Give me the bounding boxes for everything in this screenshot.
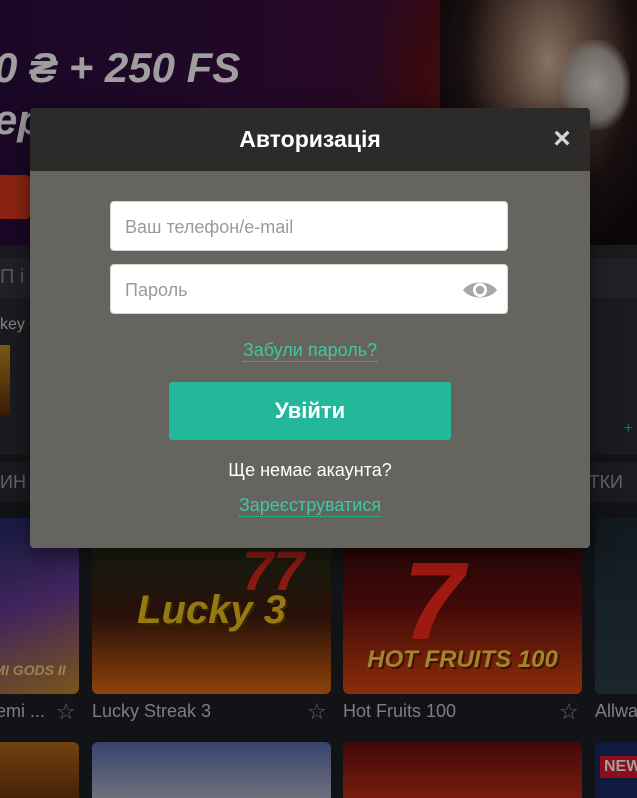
forgot-password-row: Забули пароль? xyxy=(30,340,590,362)
password-field[interactable] xyxy=(110,264,508,315)
register-row: Зареєструватися xyxy=(30,495,590,517)
register-link[interactable]: Зареєструватися xyxy=(238,495,382,517)
close-icon[interactable]: × xyxy=(548,124,576,154)
page: 0 ₴ + 250 FS ер П і key + ИН ТКИ MI GODS… xyxy=(0,0,637,798)
login-modal: Авторизація × Забули пароль? Увійти Ще н… xyxy=(30,108,590,548)
phone-email-input[interactable] xyxy=(123,202,457,252)
phone-email-field[interactable] xyxy=(110,201,508,252)
modal-title: Авторизація xyxy=(239,126,381,152)
eye-icon[interactable] xyxy=(461,277,499,303)
forgot-password-link[interactable]: Забули пароль? xyxy=(242,340,378,362)
login-button[interactable]: Увійти xyxy=(169,382,451,440)
no-account-text: Ще немає акаунта? xyxy=(228,460,392,480)
password-input[interactable] xyxy=(123,265,457,315)
